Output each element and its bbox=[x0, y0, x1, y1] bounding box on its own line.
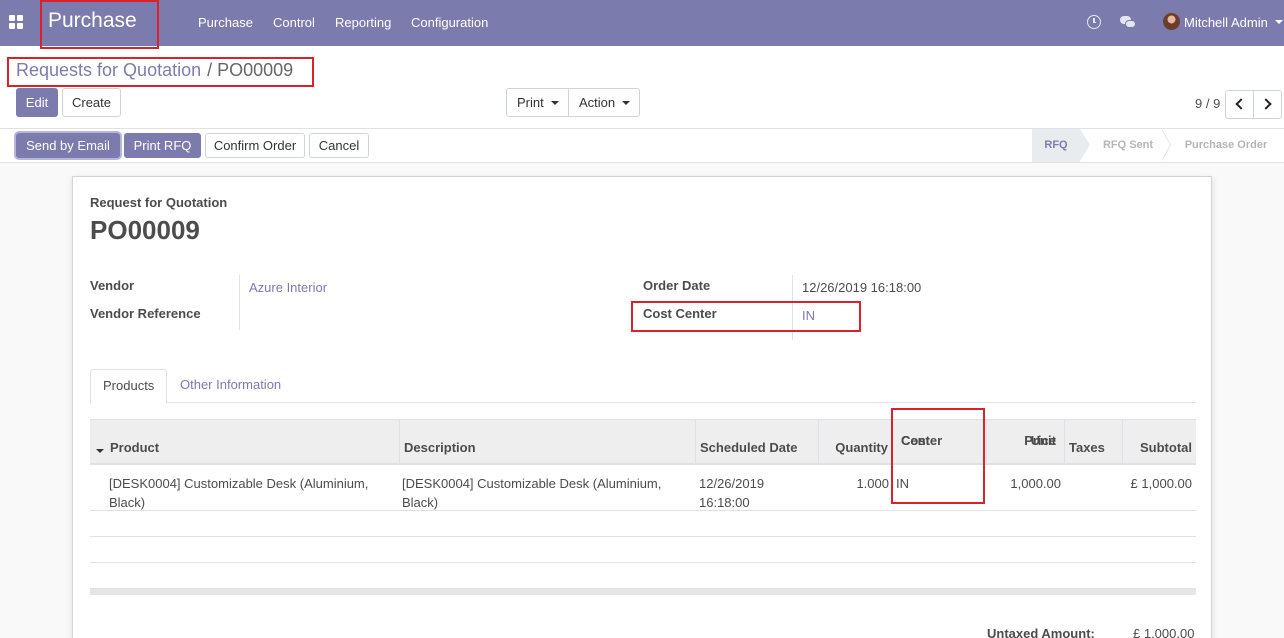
document-name: PO00009 bbox=[90, 215, 200, 245]
tab-other-information[interactable]: Other Information bbox=[168, 369, 293, 403]
app-menu-icon[interactable] bbox=[9, 15, 23, 29]
column-subtotal[interactable]: Subtotal bbox=[1123, 420, 1196, 464]
field-divider bbox=[239, 275, 240, 330]
highlight-box bbox=[631, 301, 861, 332]
activity-clock-icon[interactable] bbox=[1087, 15, 1101, 29]
vendor-reference-label: Vendor Reference bbox=[90, 306, 201, 321]
chevron-down-icon bbox=[551, 101, 559, 105]
print-rfq-button[interactable]: Print RFQ bbox=[124, 133, 201, 158]
chevron-down-icon[interactable] bbox=[1275, 20, 1283, 24]
table-header: Product Description Scheduled Date Quant… bbox=[90, 419, 1196, 465]
form-statusbar: Send by Email Print RFQ Confirm Order Ca… bbox=[0, 129, 1284, 163]
sort-caret-icon[interactable] bbox=[96, 449, 104, 453]
chevron-right-icon bbox=[1260, 98, 1272, 110]
pager-value[interactable]: 9 / 9 bbox=[1195, 96, 1220, 111]
empty-row bbox=[90, 511, 1196, 537]
cell-quantity: 1.000 bbox=[856, 476, 889, 491]
table-footer bbox=[90, 589, 1196, 595]
empty-row bbox=[90, 537, 1196, 563]
menu-item-purchase[interactable]: Purchase bbox=[198, 15, 253, 30]
stage-separator bbox=[1080, 129, 1090, 161]
messaging-icon[interactable] bbox=[1120, 16, 1136, 32]
cancel-button[interactable]: Cancel bbox=[309, 133, 369, 158]
print-dropdown-label: Print bbox=[517, 95, 544, 110]
cell-subtotal: £ 1,000.00 bbox=[1130, 476, 1192, 491]
column-product[interactable]: Product bbox=[106, 420, 400, 464]
chevron-left-icon bbox=[1235, 98, 1247, 110]
tab-products[interactable]: Products bbox=[90, 369, 168, 404]
document-type: Request for Quotation bbox=[90, 195, 228, 210]
stage-rfq-sent[interactable]: RFQ Sent bbox=[1092, 129, 1164, 162]
vendor-label: Vendor bbox=[90, 278, 135, 293]
untaxed-amount-label: Untaxed Amount: bbox=[987, 626, 1095, 638]
notebook-tabs: Products Other Information bbox=[90, 369, 1196, 404]
table-row[interactable]: [DESK0004] Customizable Desk (Aluminium,… bbox=[90, 465, 1196, 511]
action-dropdown-label: Action bbox=[579, 95, 616, 110]
action-dropdown[interactable]: Action bbox=[568, 88, 640, 117]
stage-purchase-order[interactable]: Purchase Order bbox=[1174, 129, 1278, 162]
create-button[interactable]: Create bbox=[62, 88, 121, 117]
cell-scheduled-date: 12/26/2019 16:18:00 bbox=[699, 476, 765, 510]
highlight-box bbox=[40, 0, 159, 49]
form-sheet: Request for Quotation PO00009 Vendor Azu… bbox=[72, 176, 1212, 638]
menu-item-reporting[interactable]: Reporting bbox=[335, 15, 391, 30]
column-taxes[interactable]: Taxes bbox=[1065, 420, 1123, 464]
column-quantity[interactable]: Quantity bbox=[819, 420, 893, 464]
empty-row bbox=[90, 563, 1196, 589]
menu-item-configuration[interactable]: Configuration bbox=[411, 15, 488, 30]
top-navbar: Purchase Purchase Control Reporting Conf… bbox=[0, 0, 1284, 46]
column-description[interactable]: Description bbox=[400, 420, 696, 464]
vendor-field[interactable]: Azure Interior bbox=[249, 280, 327, 295]
edit-button[interactable]: Edit bbox=[16, 88, 58, 117]
column-unit-price[interactable]: Unit Price bbox=[987, 420, 1065, 464]
highlight-box bbox=[891, 408, 985, 504]
menu-item-control[interactable]: Control bbox=[273, 15, 315, 30]
confirm-order-button[interactable]: Confirm Order bbox=[205, 133, 305, 158]
highlight-box bbox=[7, 57, 314, 87]
stage-separator bbox=[1161, 129, 1170, 161]
cell-unit-price: 1,000.00 bbox=[1010, 476, 1061, 491]
untaxed-amount-value: £ 1,000.00 bbox=[1133, 626, 1195, 638]
user-menu[interactable]: Mitchell Admin bbox=[1184, 15, 1268, 30]
column-scheduled-date[interactable]: Scheduled Date bbox=[696, 420, 819, 464]
stage-rfq[interactable]: RFQ bbox=[1032, 129, 1080, 162]
cell-product: [DESK0004] Customizable Desk (Aluminium,… bbox=[109, 476, 369, 510]
order-date-field[interactable]: 12/26/2019 16:18:00 bbox=[802, 280, 921, 295]
cell-description: [DESK0004] Customizable Desk (Aluminium,… bbox=[402, 476, 662, 510]
send-by-email-button[interactable]: Send by Email bbox=[16, 133, 120, 158]
pager-previous-button[interactable] bbox=[1225, 90, 1254, 119]
avatar[interactable] bbox=[1163, 13, 1180, 30]
pager-next-button[interactable] bbox=[1253, 90, 1282, 119]
order-date-label: Order Date bbox=[643, 278, 711, 293]
chevron-down-icon bbox=[622, 101, 630, 105]
print-dropdown[interactable]: Print bbox=[506, 88, 569, 117]
